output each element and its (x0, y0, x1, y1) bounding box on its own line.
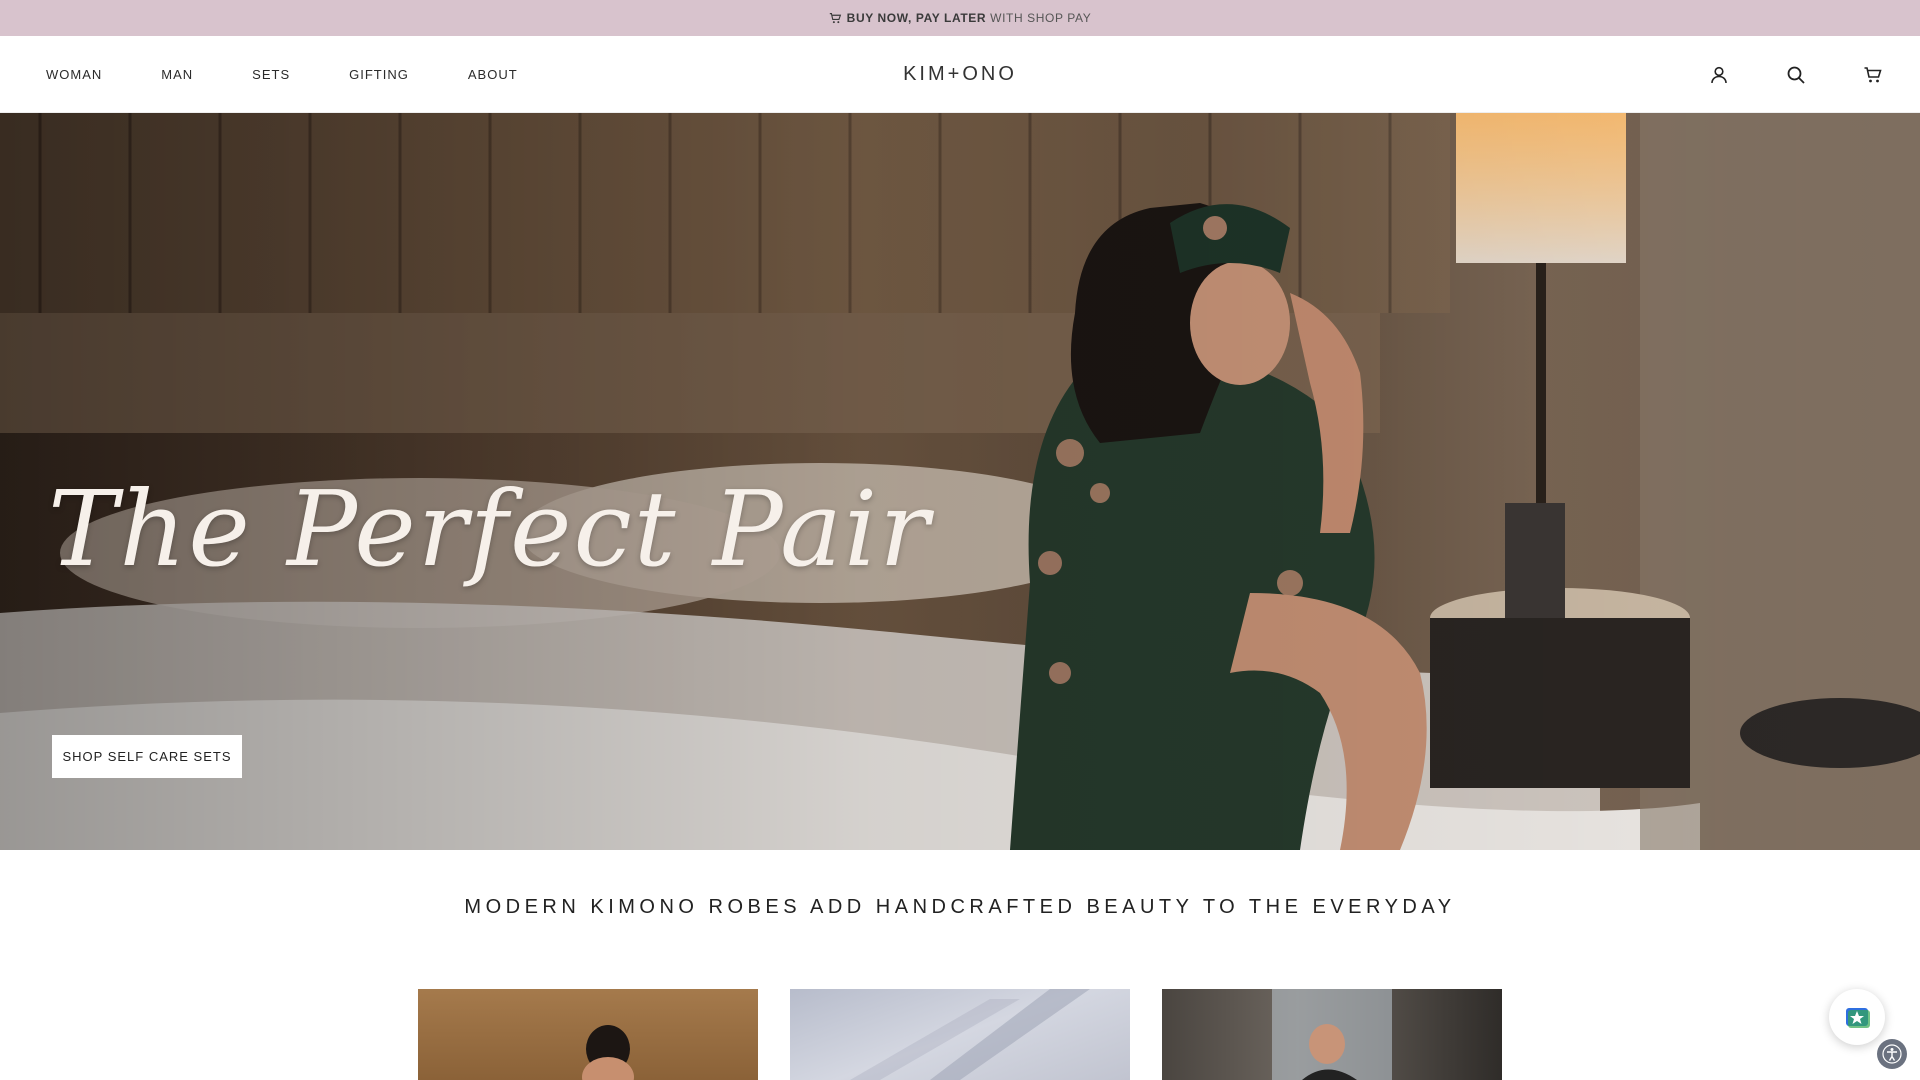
reviews-badge-icon[interactable] (1829, 989, 1885, 1045)
tile-photo-3 (1272, 989, 1392, 1080)
product-tile-3[interactable] (1162, 989, 1502, 1080)
shopping-cart-icon (829, 12, 841, 23)
account-icon[interactable] (1708, 64, 1730, 86)
announcement-bold-text: BUY NOW, PAY LATER (846, 11, 987, 25)
main-nav: WOMAN MAN SETS GIFTING ABOUT (46, 36, 577, 113)
search-icon[interactable] (1785, 64, 1807, 86)
announcement-bar[interactable]: BUY NOW, PAY LATER WITH SHOP PAY (0, 0, 1920, 36)
nav-about[interactable]: ABOUT (468, 67, 518, 82)
nav-gifting[interactable]: GIFTING (349, 67, 409, 82)
site-logo[interactable]: KIM+ONO (903, 63, 1017, 86)
product-tiles (418, 989, 1502, 1080)
nav-woman[interactable]: WOMAN (46, 67, 102, 82)
tile-photo-1 (582, 1025, 634, 1080)
hero-title: The Perfect Pair (48, 468, 931, 590)
tile-photo-2 (850, 989, 1090, 1080)
announcement-light-text: WITH SHOP PAY (990, 11, 1092, 25)
hero-banner[interactable]: The Perfect Pair SHOP SELF CARE SETS (0, 113, 1920, 850)
product-tile-1[interactable] (418, 989, 758, 1080)
nav-man[interactable]: MAN (161, 67, 193, 82)
site-header: WOMAN MAN SETS GIFTING ABOUT KIM+ONO (0, 36, 1920, 113)
shop-self-care-sets-button[interactable]: SHOP SELF CARE SETS (52, 735, 242, 778)
nav-sets[interactable]: SETS (252, 67, 290, 82)
tagline: MODERN KIMONO ROBES ADD HANDCRAFTED BEAU… (464, 896, 1456, 918)
cart-icon[interactable] (1862, 64, 1884, 86)
accessibility-icon[interactable] (1877, 1039, 1907, 1069)
product-tile-2[interactable] (790, 989, 1130, 1080)
